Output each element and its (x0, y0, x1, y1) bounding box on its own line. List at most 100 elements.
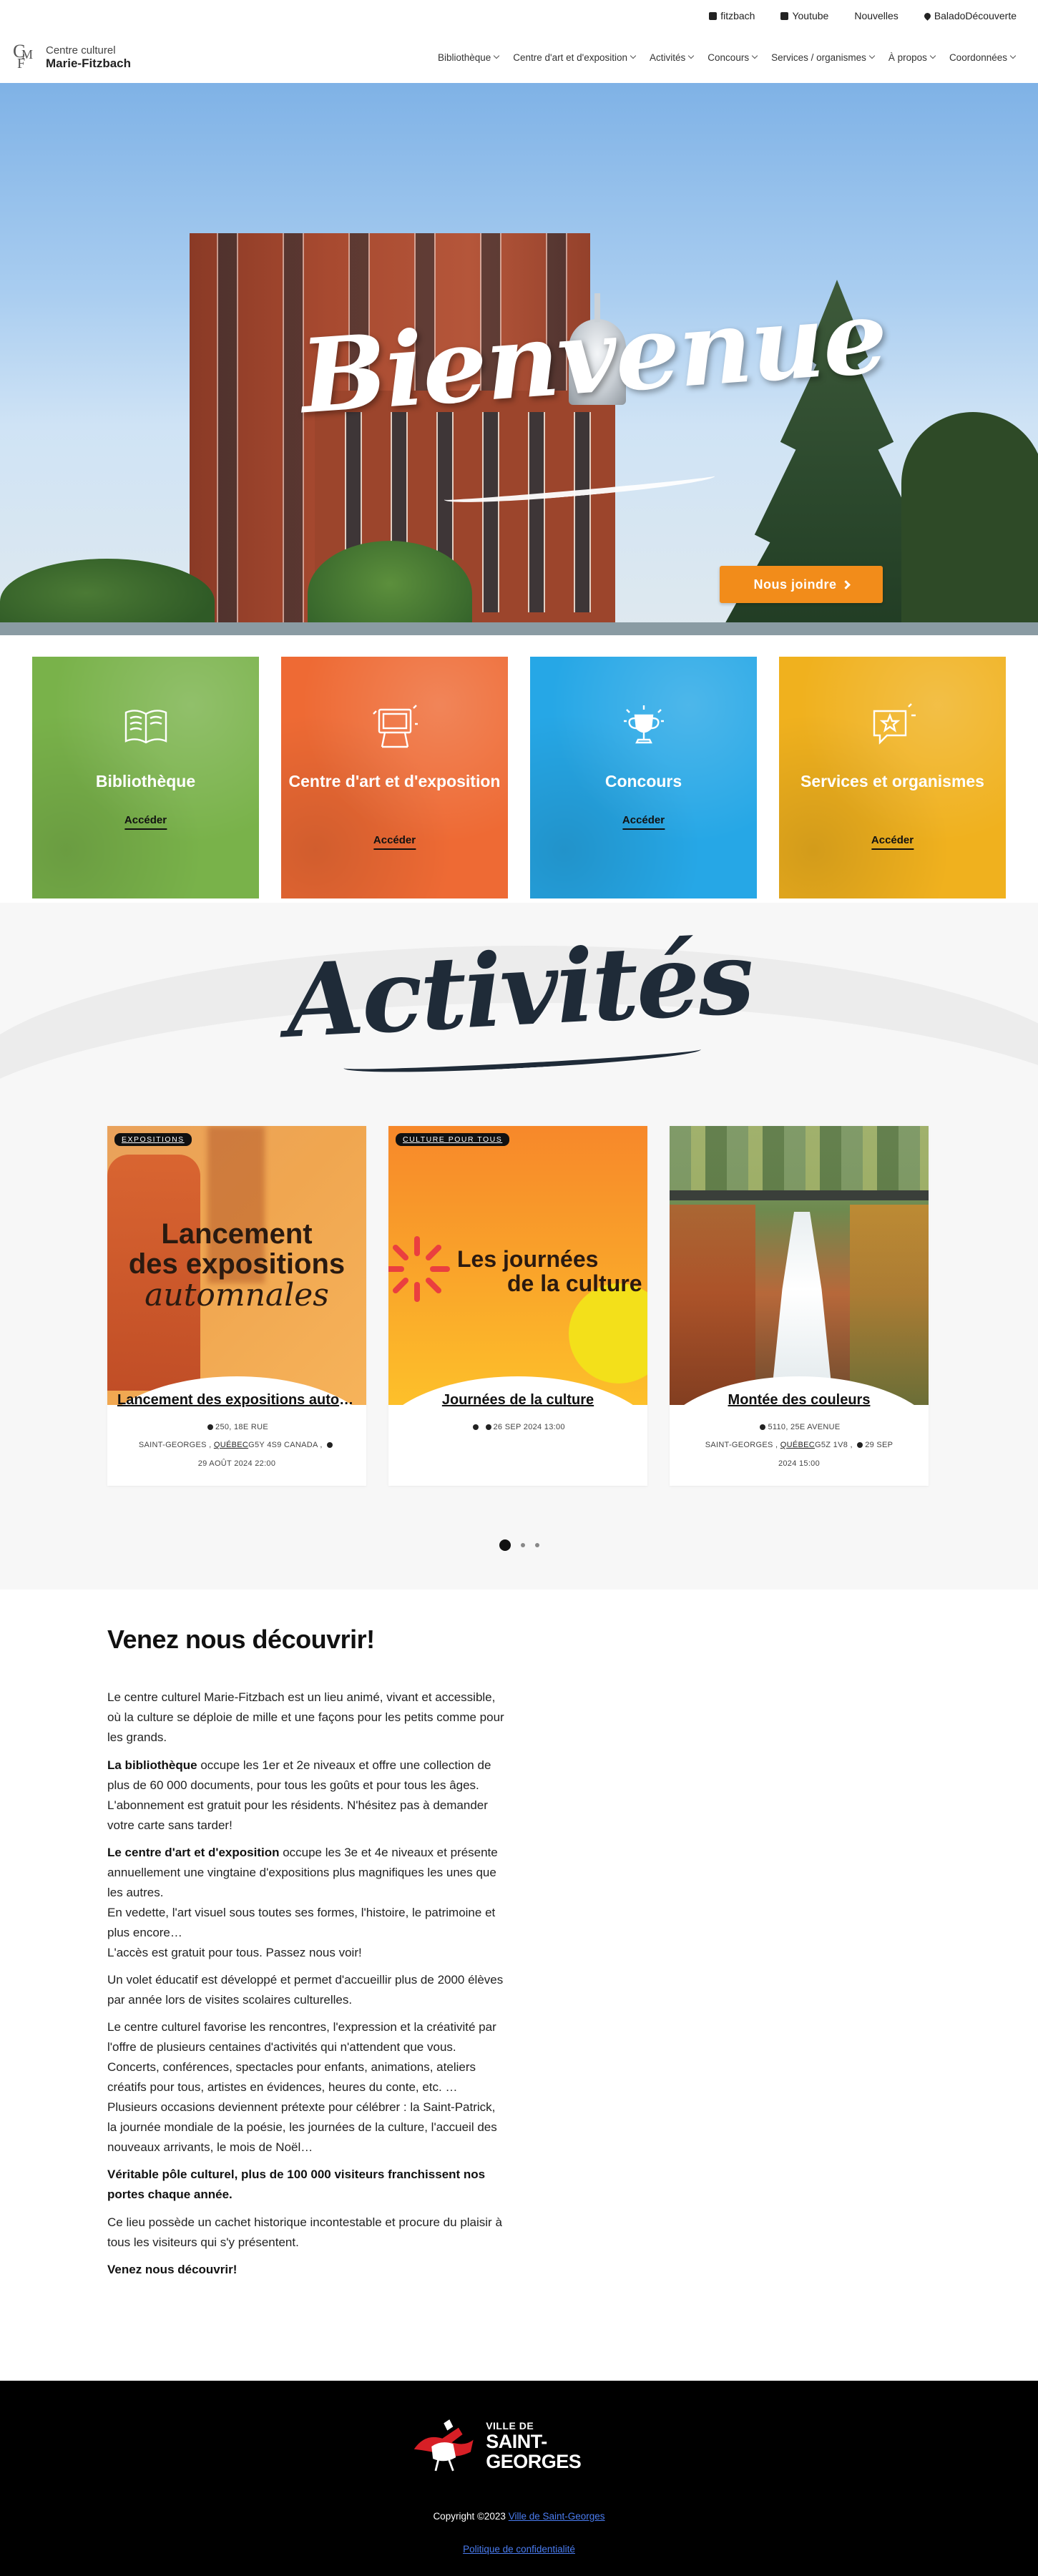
carousel-dot-1[interactable] (499, 1539, 511, 1551)
autumn-trees-right (850, 1205, 929, 1405)
site-logo[interactable]: C M F Centre culturel Marie-Fitzbach (13, 41, 131, 74)
facebook-link-label: fitzbach (720, 10, 755, 21)
logo-line2: Marie-Fitzbach (46, 56, 132, 70)
activity-image (670, 1126, 929, 1405)
activity-title-link[interactable]: Montée des couleurs (680, 1392, 919, 1409)
community-text2: Concerts, conférences, spectacles pour e… (107, 2060, 476, 2095)
activity-image-line: automnales (145, 1277, 329, 1313)
news-link[interactable]: Nouvelles (854, 10, 898, 21)
nav-item-coordonnees[interactable]: Coordonnées (949, 52, 1017, 63)
activity-image: CULTURE POUR TOUS Les journées de la cul… (388, 1126, 647, 1405)
activity-postal: G5Y 4S9 CANADA , (248, 1441, 323, 1450)
balado-link[interactable]: BaladoDécouverte (922, 10, 1017, 21)
chevron-down-icon (1009, 52, 1017, 59)
activity-province: QUÉBEC (213, 1441, 249, 1450)
nav-label: Services / organismes (771, 52, 866, 63)
activities-section: Activités EXPOSITIONS Lancement des expo… (0, 903, 1038, 1590)
copyright-text: Copyright ©2023 (433, 2511, 509, 2522)
autumn-trees-left (670, 1205, 755, 1405)
city-logo-small: VILLE DE (486, 2420, 534, 2432)
nav-label: Concours (707, 52, 750, 63)
decorative-sun (569, 1283, 647, 1384)
nav-item-activites[interactable]: Activités (650, 52, 695, 63)
youtube-link[interactable]: Youtube (780, 10, 828, 21)
nav-label: Activités (650, 52, 686, 63)
nav-item-bibliotheque[interactable]: Bibliothèque (437, 52, 500, 63)
activity-meta: 5110, 25E AVENUE SAINT-GEORGES , QUÉBECG… (680, 1419, 919, 1473)
suspension-bridge (670, 1190, 929, 1200)
open-book-icon (124, 710, 167, 744)
nav-item-services[interactable]: Services / organismes (771, 52, 876, 63)
chevron-down-icon (929, 52, 936, 59)
card-title: Concours (604, 772, 682, 790)
nav-item-a-propos[interactable]: À propos (888, 52, 936, 63)
category-cards: Bibliothèque Accéder Centre d'art et d'e… (32, 657, 1006, 898)
library-text2: L'abonnement est gratuit pour les réside… (107, 1798, 488, 1832)
privacy-policy-link[interactable]: Politique de confidentialité (0, 2544, 1038, 2555)
discover-title: Venez nous découvrir! (107, 1625, 375, 1654)
card-services[interactable]: Services et organismes Accéder (779, 657, 1006, 898)
card-bibliotheque[interactable]: Bibliothèque Accéder (32, 657, 259, 898)
nav-item-centre-art[interactable]: Centre d'art et d'exposition (513, 52, 637, 63)
map-pin-icon (207, 1424, 214, 1431)
activity-card[interactable]: CULTURE POUR TOUS Les journées de la cul… (388, 1126, 647, 1486)
nav-item-concours[interactable]: Concours (707, 52, 758, 63)
join-us-button[interactable]: Nous joindre (720, 566, 883, 603)
activity-city: SAINT-GEORGES , (705, 1441, 778, 1450)
discover-library: La bibliothèque occupe les 1er et 2e niv… (107, 1755, 508, 1836)
join-us-label: Nous joindre (753, 577, 837, 592)
nav-label: Bibliothèque (437, 52, 491, 63)
activity-tag[interactable]: CULTURE POUR TOUS (396, 1133, 510, 1146)
carousel-pager (0, 1539, 1038, 1551)
card-access-link[interactable]: Accéder (622, 814, 665, 830)
carousel-dot-3[interactable] (534, 1543, 539, 1547)
discover-intro: Le centre culturel Marie-Fitzbach est un… (107, 1690, 504, 1745)
activity-province: QUÉBEC (780, 1441, 815, 1450)
activity-postal: G5Z 1V8 , (815, 1441, 853, 1450)
card-concours[interactable]: Concours Accéder (530, 657, 757, 898)
facebook-link[interactable]: fitzbach (709, 10, 755, 21)
site-footer: VILLE DE SAINT-GEORGES Copyright ©2023 V… (0, 2381, 1038, 2576)
discover-art: Le centre d'art et d'exposition occupe l… (107, 1843, 508, 1963)
carousel-dot-2[interactable] (520, 1543, 525, 1547)
card-access-link[interactable]: Accéder (124, 814, 167, 830)
chevron-down-icon (494, 52, 500, 59)
forest-canopy (670, 1126, 929, 1190)
map-pin-icon (760, 1424, 766, 1431)
youtube-link-label: Youtube (792, 10, 829, 21)
activity-tag[interactable]: EXPOSITIONS (114, 1133, 192, 1146)
card-access-link[interactable]: Accéder (871, 834, 914, 850)
activity-meta: 26 SEP 2024 13:00 (398, 1419, 637, 1436)
activity-title-link[interactable]: Lancement des expositions automnales (117, 1392, 356, 1409)
trophy-icon (623, 705, 664, 744)
activity-card[interactable]: Montée des couleurs 5110, 25E AVENUE SAI… (670, 1126, 929, 1486)
community-text: Le centre culturel favorise les rencontr… (107, 2020, 496, 2055)
activity-image-line: Lancement (161, 1218, 313, 1250)
activity-city: SAINT-GEORGES , (138, 1441, 212, 1450)
art-bold: Le centre d'art et d'exposition (107, 1845, 280, 1859)
youtube-icon (780, 11, 789, 20)
city-website-link[interactable]: Ville de Saint-Georges (509, 2511, 605, 2522)
discover-section: Venez nous découvrir! Le centre culturel… (107, 1618, 508, 2287)
city-logo[interactable]: VILLE DE SAINT-GEORGES (411, 2415, 633, 2478)
activity-image: EXPOSITIONS Lancement des expositions au… (107, 1126, 366, 1405)
knight-emblem-icon (413, 2419, 474, 2472)
card-centre-art[interactable]: Centre d'art et d'exposition Accéder (281, 657, 508, 898)
top-bar: fitzbach Youtube Nouvelles BaladoDécouve… (0, 0, 1038, 31)
closing-bold: Venez nous découvrir! (107, 2262, 238, 2276)
card-access-link[interactable]: Accéder (373, 834, 416, 850)
chevron-down-icon (688, 52, 695, 59)
discover-closing: Venez nous découvrir! (107, 2260, 508, 2280)
activity-image-line: des expositions (128, 1248, 346, 1280)
card-title: Centre d'art et d'exposition (288, 772, 501, 790)
activity-meta: 250, 18E RUE SAINT-GEORGES , QUÉBECG5Y 4… (117, 1419, 356, 1473)
activity-image-line: Les journées (457, 1246, 599, 1272)
activity-card[interactable]: EXPOSITIONS Lancement des expositions au… (107, 1126, 366, 1486)
map-pin-icon (922, 11, 932, 21)
logo-line1: Centre culturel (46, 44, 116, 57)
nav-label: Coordonnées (949, 52, 1007, 63)
activity-address: 5110, 25E AVENUE (768, 1423, 841, 1431)
chevron-down-icon (868, 52, 876, 59)
activity-title-link[interactable]: Journées de la culture (398, 1392, 637, 1409)
chevron-down-icon (630, 52, 637, 59)
